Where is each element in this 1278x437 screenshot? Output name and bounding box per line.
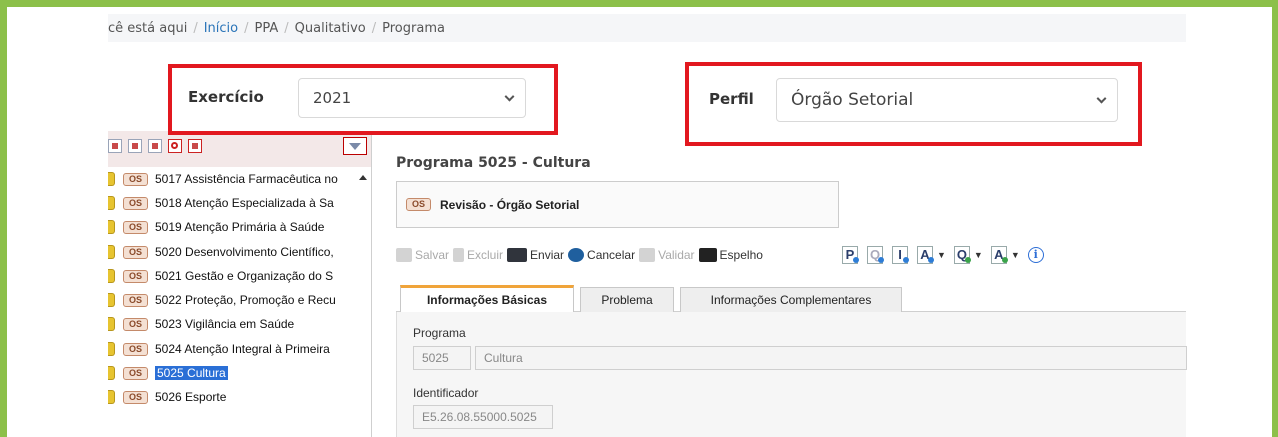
status-box: OS Revisão - Órgão Setorial: [396, 181, 839, 228]
perfil-select[interactable]: Órgão Setorial: [776, 78, 1118, 122]
program-tree: OS 5017 Assistência Farmacêutica no OS 5…: [108, 131, 372, 437]
send-icon: [507, 248, 528, 262]
tree-item[interactable]: OS 5026 Esporte: [108, 387, 367, 407]
programa-label: Programa: [413, 326, 466, 340]
tab-informacoes-basicas[interactable]: Informações Básicas: [400, 285, 574, 312]
tree-toolbar: [108, 131, 371, 167]
thumbs-up-icon: [639, 248, 656, 262]
delete-button[interactable]: Excluir: [453, 248, 503, 262]
save-icon: [396, 248, 412, 262]
folder-icon: [108, 317, 115, 331]
tree-item-label: 5017 Assistência Farmacêutica no: [155, 172, 338, 186]
chevron-down-icon: [1096, 93, 1107, 104]
identificador-field: E5.26.08.55000.5025: [413, 405, 553, 429]
tree-item[interactable]: OS 5023 Vigilância em Saúde: [108, 314, 367, 334]
tree-item[interactable]: OS 5022 Proteção, Promoção e Recu: [108, 290, 367, 310]
tree-item-label: 5020 Desenvolvimento Científico,: [155, 245, 334, 259]
breadcrumb-qualitativo[interactable]: Qualitativo: [295, 21, 366, 36]
tree-item-label: 5018 Atenção Especializada à Sa: [155, 196, 334, 210]
folder-icon: [108, 172, 115, 186]
folder-icon: [108, 390, 115, 404]
undo-icon: [568, 248, 585, 262]
tree-item-label: 5025 Cultura: [155, 366, 228, 380]
os-badge: OS: [123, 342, 148, 356]
tree-filter-icon[interactable]: [148, 139, 162, 153]
format-q-dropdown[interactable]: Q ▼: [953, 246, 983, 264]
expand-all-icon[interactable]: [108, 139, 122, 153]
tree-item[interactable]: OS 5018 Atenção Especializada à Sa: [108, 193, 367, 213]
status-text: Revisão - Órgão Setorial: [440, 197, 580, 212]
format-a2-dropdown[interactable]: A ▼: [990, 246, 1020, 264]
tree-item-label: 5019 Atenção Primária à Saúde: [155, 220, 325, 234]
folder-icon: [108, 293, 115, 307]
folder-icon: [108, 220, 115, 234]
page-title: Programa 5025 - Cultura: [396, 155, 591, 171]
folder-icon: [108, 269, 115, 283]
os-badge: OS: [406, 198, 431, 211]
folder-icon: [108, 366, 115, 380]
mirror-button[interactable]: Espelho: [698, 248, 763, 262]
action-toolbar: Salvar Excluir Enviar Cancelar Validar E…: [396, 244, 767, 266]
tab-content: Programa 5025 Cultura Identificador E5.2…: [396, 312, 1187, 437]
programa-name-field: Cultura: [475, 346, 1187, 370]
chevron-down-icon: [504, 91, 515, 102]
os-badge: OS: [123, 245, 148, 259]
os-badge: OS: [123, 172, 148, 186]
tree-item-label: 5021 Gestão e Organização do S: [155, 269, 334, 283]
tree-item[interactable]: OS 5024 Atenção Integral à Primeira: [108, 339, 367, 359]
tree-item-label: 5024 Atenção Integral à Primeira: [155, 342, 330, 356]
exercicio-label: Exercício: [188, 88, 264, 106]
breadcrumb-ppa[interactable]: PPA: [255, 21, 279, 36]
tree-item[interactable]: OS 5021 Gestão e Organização do S: [108, 266, 367, 286]
send-button[interactable]: Enviar: [507, 248, 564, 262]
format-i-button[interactable]: I: [892, 246, 909, 264]
tab-panel: Informações Básicas Problema Informações…: [396, 283, 1187, 437]
cancel-button[interactable]: Cancelar: [568, 248, 635, 262]
format-q-button[interactable]: Q: [867, 246, 884, 264]
os-badge: OS: [123, 220, 148, 234]
perfil-label: Perfil: [709, 90, 754, 108]
os-badge: OS: [123, 390, 148, 404]
tree-item[interactable]: OS 5020 Desenvolvimento Científico,: [108, 242, 367, 262]
os-badge: OS: [123, 196, 148, 210]
folder-icon: [108, 342, 115, 356]
tree-item-selected[interactable]: OS 5025 Cultura: [108, 363, 228, 383]
format-a-dropdown[interactable]: A ▼: [917, 246, 946, 264]
search-icon[interactable]: [168, 139, 182, 153]
tree-item[interactable]: OS 5017 Assistência Farmacêutica no: [108, 169, 367, 189]
collapse-dropdown-button[interactable]: [343, 137, 367, 155]
printer-icon: [698, 248, 717, 262]
exercicio-value: 2021: [313, 89, 352, 107]
tab-problema[interactable]: Problema: [580, 287, 674, 312]
programa-code-field: 5025: [413, 346, 471, 370]
breadcrumb-programa: Programa: [382, 20, 445, 36]
os-badge: OS: [123, 366, 148, 380]
gear-icon[interactable]: [188, 139, 202, 153]
tree-item-label: 5022 Proteção, Promoção e Recu: [155, 293, 336, 307]
identificador-label: Identificador: [413, 386, 479, 400]
tab-informacoes-complementares[interactable]: Informações Complementares: [680, 287, 902, 312]
exercicio-select[interactable]: 2021: [298, 78, 526, 118]
breadcrumb-prefix: cê está aqui: [108, 20, 188, 36]
tree-item[interactable]: OS 5019 Atenção Primária à Saúde: [108, 217, 367, 237]
trash-icon: [453, 248, 465, 262]
format-toolbar: P Q I A ▼ Q ▼ A ▼ i: [842, 243, 1044, 267]
save-button[interactable]: Salvar: [396, 248, 449, 262]
breadcrumb-inicio[interactable]: Início: [204, 21, 238, 36]
folder-icon: [108, 196, 115, 210]
tree-item-label: 5023 Vigilância em Saúde: [155, 317, 295, 331]
os-badge: OS: [123, 317, 148, 331]
os-badge: OS: [123, 269, 148, 283]
tree-item-label: 5026 Esporte: [155, 390, 227, 404]
os-badge: OS: [123, 293, 148, 307]
perfil-value: Órgão Setorial: [791, 90, 914, 110]
breadcrumb: cê está aqui / Início / PPA / Qualitativ…: [108, 14, 1186, 42]
info-icon[interactable]: i: [1027, 247, 1044, 263]
validate-button[interactable]: Validar: [639, 248, 695, 262]
tree-structure-icon[interactable]: [128, 139, 142, 153]
folder-icon: [108, 245, 115, 259]
format-p-button[interactable]: P: [842, 246, 859, 264]
